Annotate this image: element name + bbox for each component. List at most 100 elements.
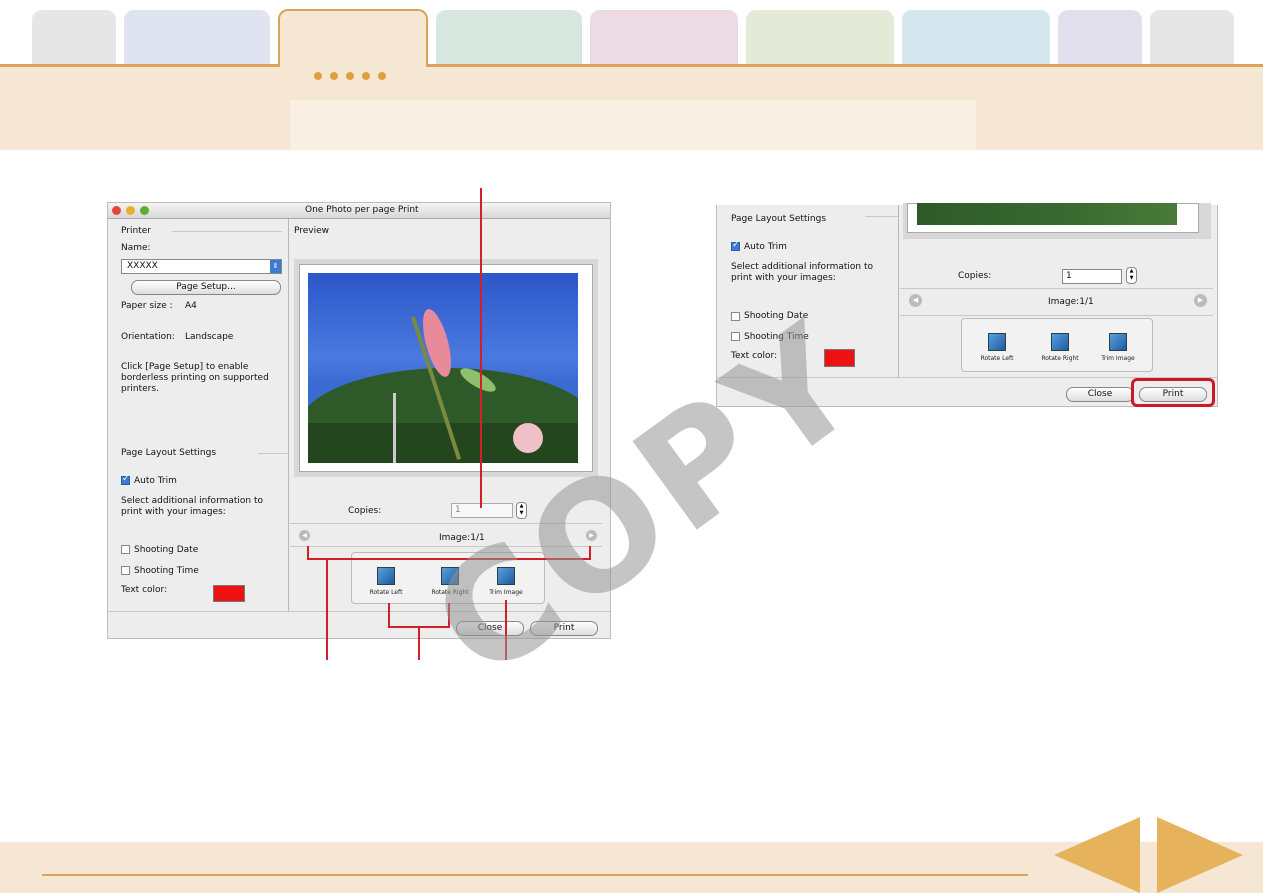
copies-value: 1 — [455, 505, 461, 515]
close-button[interactable]: Close — [456, 621, 524, 636]
nav-tab-9[interactable] — [1150, 10, 1234, 66]
nav-tab-5[interactable] — [590, 10, 738, 66]
printer-select-value: XXXXX — [127, 261, 158, 271]
additional-info-text: Select additional information to print w… — [121, 496, 264, 517]
shooting-date-label: Shooting Date — [134, 545, 199, 555]
text-color-label: Text color: — [121, 585, 168, 595]
nav-tab-8[interactable] — [1058, 10, 1142, 66]
trim-image-icon — [497, 567, 515, 585]
panel-divider — [288, 219, 289, 611]
nav-tab-1[interactable] — [32, 10, 116, 66]
detail-additional-info: Select additional information to print w… — [731, 262, 874, 283]
footer-rule — [42, 874, 1028, 876]
image-counter: Image:1/1 — [439, 533, 485, 543]
layout-section-label: Page Layout Settings — [121, 448, 217, 458]
printer-section-label: Printer — [121, 226, 151, 236]
detail-copies-value: 1 — [1066, 271, 1072, 281]
callout-bracket-nav — [307, 558, 591, 560]
copies-input[interactable]: 1 — [451, 503, 513, 518]
rotate-left-tool[interactable]: Rotate Left — [366, 567, 406, 596]
rotate-right-label: Rotate Right — [431, 589, 469, 596]
header-divider — [0, 64, 1263, 67]
print-button[interactable]: Print — [530, 621, 598, 636]
borderless-note: Click [Page Setup] to enable borderless … — [121, 362, 269, 394]
progress-dot — [362, 72, 370, 80]
detail-rotate-left-tool[interactable]: Rotate Left — [976, 333, 1018, 362]
detail-auto-trim-checkbox[interactable] — [731, 240, 740, 251]
text-color-swatch[interactable] — [213, 585, 245, 602]
detail-trim-image-tool[interactable]: Trim Image — [1097, 333, 1139, 362]
detail-trim-image-label: Trim Image — [1101, 355, 1135, 362]
active-tab-joint — [280, 64, 426, 68]
rule — [290, 546, 602, 547]
trim-image-tool[interactable]: Trim Image — [486, 567, 526, 596]
section-rule — [865, 216, 899, 217]
detail-rotate-right-label: Rotate Right — [1041, 355, 1079, 362]
detail-shooting-date-label: Shooting Date — [744, 311, 809, 321]
preview-label: Preview — [294, 226, 330, 236]
progress-dot — [346, 72, 354, 80]
printer-select[interactable]: XXXXX ⇕ — [121, 259, 282, 274]
rule — [108, 611, 610, 612]
rule — [900, 315, 1213, 316]
section-rule — [172, 231, 282, 232]
detail-shooting-date-checkbox[interactable] — [731, 312, 740, 321]
title-bar: One Photo per page Print — [108, 203, 610, 219]
detail-auto-trim-label: Auto Trim — [744, 242, 787, 252]
detail-rotate-left-label: Rotate Left — [980, 355, 1014, 362]
previous-image-icon[interactable]: ◀ — [299, 530, 310, 541]
orientation-value: Landscape — [185, 332, 234, 342]
orientation-label: Orientation: — [121, 332, 175, 342]
detail-previous-image-icon[interactable]: ◀ — [909, 294, 922, 307]
auto-trim-checkbox[interactable] — [121, 474, 130, 485]
detail-text-color-swatch[interactable] — [824, 349, 855, 367]
detail-copies-input[interactable]: 1 — [1062, 269, 1122, 284]
paper-size-value: A4 — [185, 301, 197, 311]
name-label: Name: — [121, 243, 151, 253]
rotate-left-label: Rotate Left — [369, 589, 403, 596]
preview-photo — [308, 273, 578, 463]
next-page-icon[interactable] — [1157, 817, 1243, 893]
paper-size-label: Paper size : — [121, 301, 173, 311]
callout-bracket-end — [307, 546, 309, 560]
detail-text-color-label: Text color: — [731, 351, 778, 361]
callout-line-copies — [480, 188, 482, 508]
detail-print-button[interactable]: Print — [1139, 387, 1207, 402]
auto-trim-label: Auto Trim — [134, 476, 177, 486]
select-arrows-icon: ⇕ — [270, 260, 281, 273]
callout-line-rotate — [418, 626, 420, 660]
minimize-window-icon[interactable] — [126, 206, 135, 215]
detail-next-image-icon[interactable]: ▶ — [1194, 294, 1207, 307]
header-title-area — [290, 100, 976, 150]
detail-preview-fragment — [903, 203, 1211, 239]
detail-rotate-right-tool[interactable]: Rotate Right — [1037, 333, 1083, 362]
nav-tab-3-active[interactable] — [278, 9, 428, 69]
copies-stepper[interactable]: ▲ ▼ — [516, 502, 527, 519]
nav-tab-2[interactable] — [124, 10, 270, 66]
detail-trim-image-icon — [1109, 333, 1127, 351]
detail-rotate-left-icon — [988, 333, 1006, 351]
detail-close-button[interactable]: Close — [1066, 387, 1134, 402]
close-window-icon[interactable] — [112, 206, 121, 215]
callout-line-trim — [505, 600, 507, 660]
nav-tab-4[interactable] — [436, 10, 582, 66]
detail-image-counter: Image:1/1 — [1048, 297, 1094, 307]
zoom-window-icon[interactable] — [140, 206, 149, 215]
nav-tab-7[interactable] — [902, 10, 1050, 66]
detail-copies-stepper[interactable]: ▲ ▼ — [1126, 267, 1137, 284]
shooting-date-checkbox[interactable] — [121, 545, 130, 554]
page-setup-button[interactable]: Page Setup... — [131, 280, 281, 295]
shooting-time-label: Shooting Time — [134, 566, 199, 576]
callout-line-nav — [326, 558, 328, 660]
next-image-icon[interactable]: ▶ — [586, 530, 597, 541]
nav-tab-6[interactable] — [746, 10, 894, 66]
rule — [900, 288, 1213, 289]
detail-panel: Page Layout Settings Auto Trim Select ad… — [716, 203, 1218, 407]
trim-image-label: Trim Image — [489, 589, 523, 596]
print-dialog: One Photo per page Print Printer Name: X… — [107, 202, 611, 639]
rotate-right-tool[interactable]: Rotate Right — [428, 567, 472, 596]
progress-dot — [330, 72, 338, 80]
shooting-time-checkbox[interactable] — [121, 566, 130, 575]
detail-shooting-time-checkbox[interactable] — [731, 332, 740, 341]
previous-page-icon[interactable] — [1054, 817, 1140, 893]
